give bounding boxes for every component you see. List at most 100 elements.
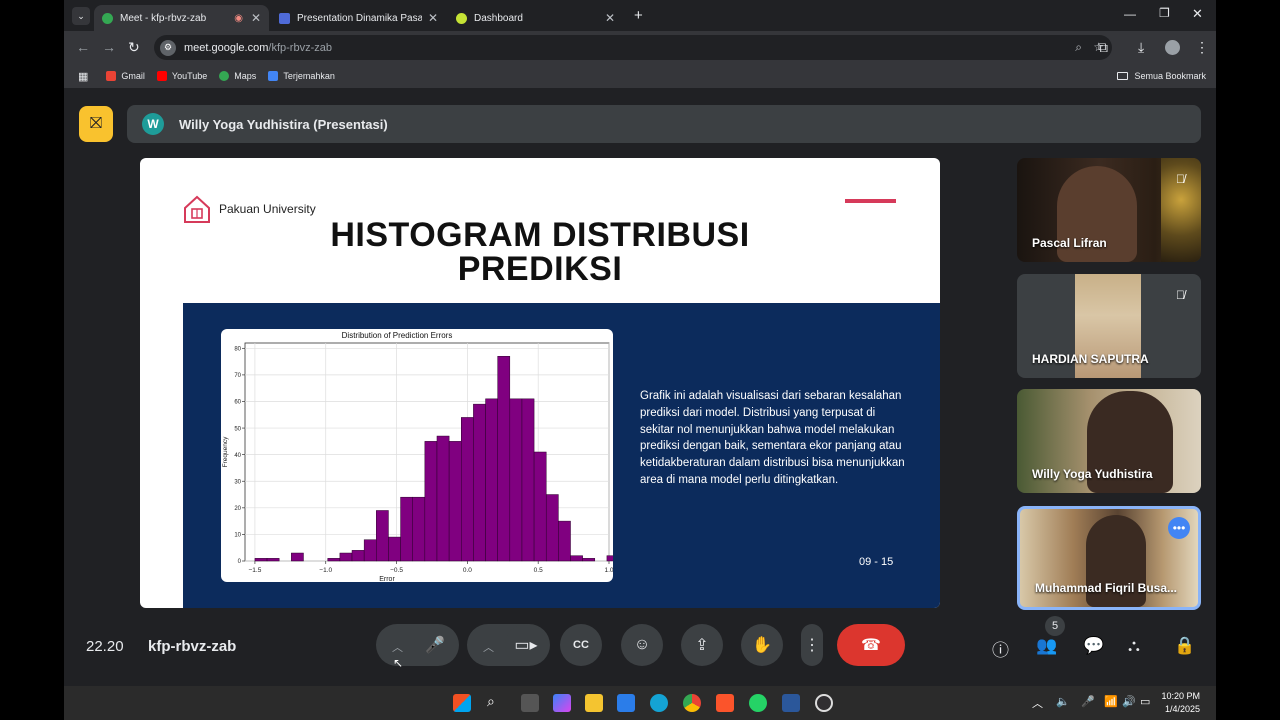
tab-dashboard[interactable]: Dashboard ✕ xyxy=(448,5,623,31)
whatsapp-icon[interactable] xyxy=(749,694,767,712)
volume-icon[interactable]: 🔊 xyxy=(1122,695,1136,708)
tab-meet[interactable]: Meet - kfp-rbvz-zab ◉ ✕ xyxy=(94,5,269,31)
edge-icon[interactable] xyxy=(650,694,668,712)
chat-icon[interactable]: 💬 xyxy=(1083,636,1104,656)
activities-icon[interactable]: ⛬ xyxy=(1128,636,1140,656)
histogram-bar xyxy=(545,494,559,562)
histogram-bar xyxy=(400,496,413,562)
file-explorer-icon[interactable] xyxy=(585,694,603,712)
bookmarks-bar: ▦ Gmail YouTube Maps Terjemahkan Semua B… xyxy=(64,64,1216,88)
chrome-icon[interactable] xyxy=(683,694,701,712)
histogram-chart: −1.5 −1.0 −0.5 0.0 0.5 1.0 0 10 20 30 40 50 60 70 80 Di… xyxy=(221,329,620,583)
bookmark-youtube[interactable]: YouTube xyxy=(156,71,207,81)
site-info-icon[interactable]: ⚙ xyxy=(160,39,176,56)
speaker-icon[interactable]: 🔈 xyxy=(1056,695,1070,708)
all-bookmarks[interactable]: Semua Bookmark xyxy=(1117,71,1206,81)
menu-icon[interactable]: ⋮ xyxy=(1195,39,1209,56)
histogram-bar xyxy=(327,558,341,562)
back-icon[interactable]: ← xyxy=(76,39,90,55)
bookmark-gmail[interactable]: Gmail xyxy=(106,71,145,81)
x-tick-label: 0.0 xyxy=(463,567,472,574)
video-options-button[interactable]: ︿ xyxy=(483,639,494,655)
audio-options-button[interactable]: ︿ xyxy=(392,639,403,655)
stop-presenting-icon[interactable]: ⛝ xyxy=(79,106,113,142)
participant-name: HARDIAN SAPUTRA xyxy=(1032,352,1149,366)
new-tab-button[interactable]: + xyxy=(634,7,643,24)
mic-off-icon: 🎙̸ xyxy=(1176,288,1185,302)
window-close-button[interactable]: ✕ xyxy=(1192,6,1203,22)
presenter-avatar: W xyxy=(142,113,164,135)
participant-tile[interactable]: Willy Yoga Yudhistira xyxy=(1017,389,1201,493)
histogram-bar xyxy=(509,398,523,562)
chart-title: Distribution of Prediction Errors xyxy=(342,331,453,340)
extensions-icon[interactable]: ⧉ xyxy=(1098,39,1108,56)
zoom-icon[interactable]: ⌕ xyxy=(1075,40,1082,55)
system-clock[interactable]: 10:20 PM 1/4/2025 xyxy=(1161,690,1200,716)
histogram-bar xyxy=(291,552,304,562)
mic-off-icon: 🎙̸ xyxy=(1176,172,1185,186)
close-icon[interactable]: ✕ xyxy=(428,11,438,25)
meeting-time: 22.20 xyxy=(86,638,124,655)
people-icon[interactable]: 👥 xyxy=(1036,636,1057,656)
wifi-icon[interactable]: 📶 xyxy=(1104,695,1118,708)
captions-button[interactable]: CC xyxy=(560,624,602,666)
participant-tile-active-speaker[interactable]: ••• Muhammad Fiqril Busa... xyxy=(1017,506,1201,610)
participant-tile[interactable]: 🎙̸ Pascal Lifran xyxy=(1017,158,1201,262)
bookmark-translate[interactable]: Terjemahkan xyxy=(268,71,335,81)
store-icon[interactable] xyxy=(617,694,635,712)
histogram-bar xyxy=(363,539,377,562)
info-icon[interactable]: ⓘ xyxy=(992,636,1009,661)
tab-search-button[interactable]: ⌄ xyxy=(72,7,90,25)
browser-window: ⌄ Meet - kfp-rbvz-zab ◉ ✕ Presentation D… xyxy=(64,0,1216,720)
end-call-button[interactable]: ☎ xyxy=(837,624,905,666)
close-icon[interactable]: ✕ xyxy=(251,11,261,25)
x-tick-label: 0.5 xyxy=(534,567,543,574)
url-input[interactable]: ⚙ meet.google.com/kfp-rbvz-zab ⌕ ☆ xyxy=(154,35,1112,60)
brave-icon[interactable] xyxy=(716,694,734,712)
obs-icon[interactable] xyxy=(815,694,833,712)
word-icon[interactable] xyxy=(782,694,800,712)
emoji-button[interactable]: ☺ xyxy=(621,624,663,666)
microphone-icon[interactable]: 🎤 xyxy=(1081,695,1095,708)
present-button[interactable]: ⇪ xyxy=(681,624,723,666)
raise-hand-button[interactable]: ✋ xyxy=(741,624,783,666)
tray-overflow-icon[interactable]: ︿ xyxy=(1032,695,1043,711)
histogram-bar xyxy=(497,356,511,562)
forward-icon[interactable]: → xyxy=(102,39,116,55)
histogram-bar xyxy=(461,417,474,562)
profile-avatar[interactable] xyxy=(1165,40,1180,55)
reload-icon[interactable]: ↻ xyxy=(128,39,140,56)
x-tick-label: −0.5 xyxy=(390,567,403,574)
copilot-icon[interactable] xyxy=(553,694,571,712)
start-icon[interactable] xyxy=(453,694,471,712)
tab-presentation[interactable]: Presentation Dinamika Pasar Re ✕ xyxy=(271,5,446,31)
battery-icon[interactable]: ▭ xyxy=(1140,695,1150,708)
close-icon[interactable]: ✕ xyxy=(605,11,615,25)
x-tick-label: −1.5 xyxy=(248,567,261,574)
participant-count-badge: 5 xyxy=(1045,616,1065,636)
slides-icon xyxy=(279,12,290,24)
presentation-slide: Pakuan University HISTOGRAM DISTRIBUSI P… xyxy=(140,158,940,608)
search-icon[interactable]: ⌕ xyxy=(487,693,495,710)
folder-icon xyxy=(1117,72,1129,80)
histogram-bar xyxy=(606,555,620,562)
minimize-button[interactable]: — xyxy=(1124,7,1136,21)
presenter-name: Willy Yoga Yudhistira (Presentasi) xyxy=(179,116,388,132)
slide-content-panel: −1.5 −1.0 −0.5 0.0 0.5 1.0 0 10 20 30 40 50 60 70 80 Di… xyxy=(183,303,940,608)
histogram-bar xyxy=(266,558,280,562)
more-options-icon[interactable]: ⋮ xyxy=(801,624,823,666)
maximize-button[interactable]: ❐ xyxy=(1159,6,1170,20)
x-tick-label: −1.0 xyxy=(319,567,332,574)
camera-button[interactable]: ▭▸ xyxy=(505,624,547,666)
task-view-icon[interactable] xyxy=(521,694,539,712)
participant-tile[interactable]: 🎙̸ HARDIAN SAPUTRA xyxy=(1017,274,1201,378)
more-options-button[interactable]: ••• xyxy=(1168,517,1190,539)
meet-main: ⛝ W Willy Yoga Yudhistira (Presentasi) P… xyxy=(64,90,1216,686)
download-icon[interactable]: ⤓ xyxy=(1138,39,1144,56)
mic-button[interactable]: 🎤 xyxy=(414,624,456,666)
bookmark-maps[interactable]: Maps xyxy=(219,71,256,81)
apps-icon[interactable]: ▦ xyxy=(78,70,88,83)
y-tick-label: 80 xyxy=(234,347,241,353)
meet-icon xyxy=(102,12,113,24)
host-controls-icon[interactable]: 🔒 xyxy=(1174,636,1195,656)
